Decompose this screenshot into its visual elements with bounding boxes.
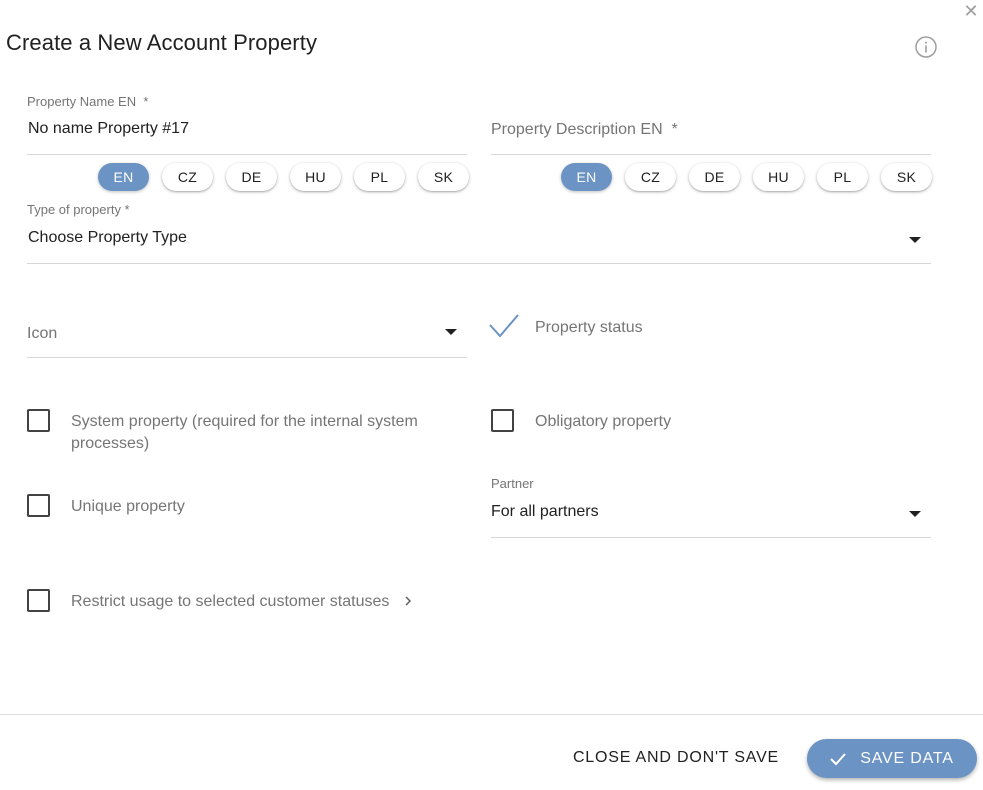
chevron-right-icon[interactable] [403,594,413,608]
name-lang-de[interactable]: DE [226,163,277,191]
name-lang-pl[interactable]: PL [354,163,405,191]
desc-lang-sk[interactable]: SK [881,163,932,191]
footer-divider [0,714,983,715]
check-icon [830,752,847,765]
property-name-language-tabs: EN CZ DE HU PL SK [98,163,469,191]
icon-select[interactable]: Icon [27,325,57,343]
obligatory-property-checkbox[interactable] [491,409,514,432]
partner-underline [491,537,931,538]
partner-select[interactable]: For all partners [491,503,599,521]
unique-property-checkbox[interactable] [27,494,50,517]
partner-dropdown-icon[interactable] [909,511,921,517]
dialog-title: Create a New Account Property [6,30,318,55]
property-name-label-text: Property Name EN [27,94,137,109]
name-lang-hu[interactable]: HU [290,163,341,191]
property-name-label: Property Name EN * [27,94,148,109]
property-type-underline [27,263,931,264]
property-type-select[interactable]: Choose Property Type [28,229,187,247]
property-description-input[interactable]: Property Description EN * [491,121,678,139]
property-status-label: Property status [535,319,643,336]
icon-select-underline [27,357,467,358]
system-property-label: System property (required for the intern… [71,413,418,452]
required-mark: * [671,121,678,138]
desc-lang-de[interactable]: DE [689,163,740,191]
desc-lang-cz[interactable]: CZ [625,163,676,191]
save-data-button[interactable]: SAVE DATA [807,739,977,778]
desc-lang-hu[interactable]: HU [753,163,804,191]
close-and-dont-save-button[interactable]: CLOSE AND DON'T SAVE [570,740,782,776]
desc-lang-en[interactable]: EN [561,163,612,191]
close-icon[interactable]: ✕ [962,2,980,20]
name-lang-cz[interactable]: CZ [162,163,213,191]
icon-dropdown-icon[interactable] [445,329,457,335]
info-icon[interactable] [914,35,938,59]
name-lang-en[interactable]: EN [98,163,149,191]
property-type-label: Type of property * [27,202,130,217]
unique-property-label: Unique property [71,498,185,515]
name-lang-sk[interactable]: SK [418,163,469,191]
required-mark: * [143,94,149,109]
property-name-input[interactable]: No name Property #17 [28,120,189,138]
restrict-usage-checkbox[interactable] [27,589,50,612]
restrict-usage-label[interactable]: Restrict usage to selected customer stat… [71,591,389,613]
create-property-dialog: Create a New Account Property ✕ Property… [0,0,983,790]
property-name-underline [27,154,467,155]
property-description-placeholder: Property Description EN [491,121,663,138]
system-property-checkbox[interactable] [27,409,50,432]
desc-lang-pl[interactable]: PL [817,163,868,191]
save-data-label: SAVE DATA [860,749,954,767]
partner-label: Partner [491,476,534,491]
obligatory-property-label: Obligatory property [535,413,672,430]
property-description-underline [491,154,931,155]
property-type-dropdown-icon[interactable] [909,237,921,243]
property-status-checkmark-icon[interactable] [488,313,520,339]
property-description-language-tabs: EN CZ DE HU PL SK [561,163,932,191]
